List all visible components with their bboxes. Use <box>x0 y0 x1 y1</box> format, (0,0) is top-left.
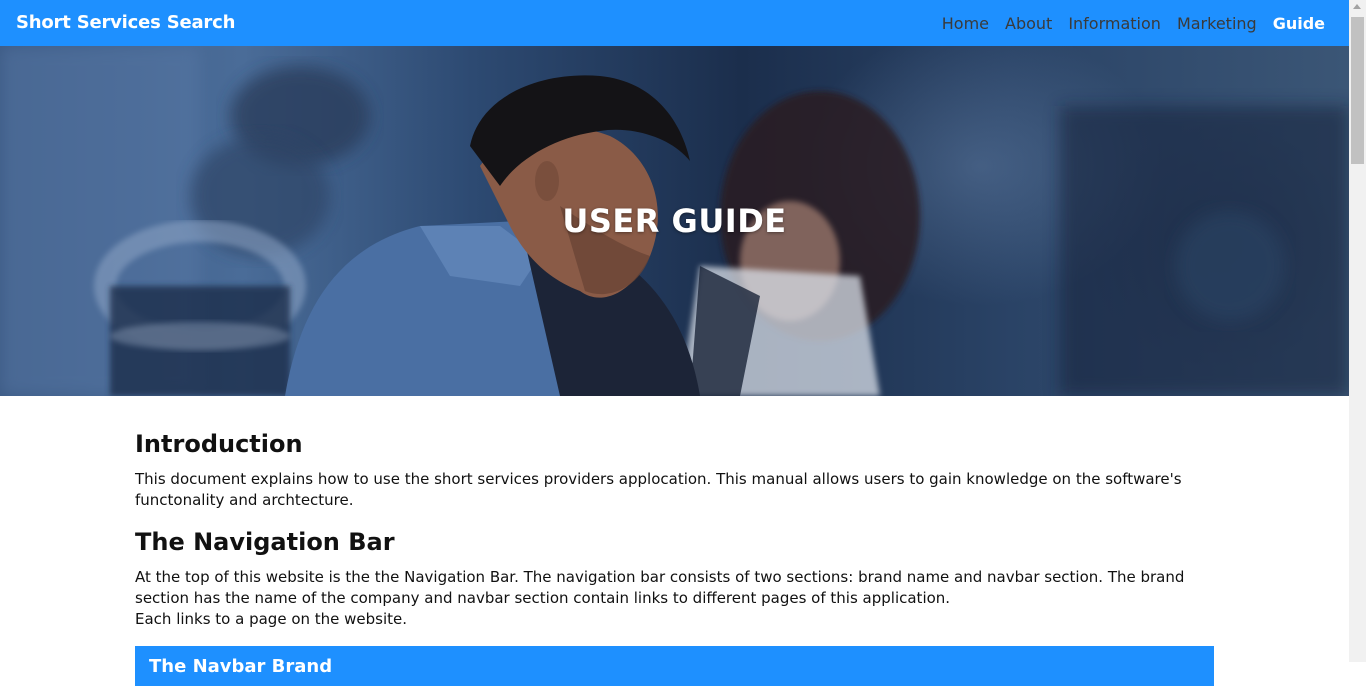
hero-banner: USER GUIDE <box>0 46 1349 396</box>
nav-guide-link[interactable]: Guide <box>1273 14 1325 33</box>
scroll-up-arrow-icon[interactable] <box>1353 4 1361 9</box>
card-title: The Navbar Brand <box>149 656 333 677</box>
nav-about-link[interactable]: About <box>1005 14 1052 33</box>
top-navbar: Short Services Search Home About Informa… <box>0 0 1349 46</box>
nav-marketing-link[interactable]: Marketing <box>1177 14 1257 33</box>
nav-home-link[interactable]: Home <box>942 14 989 33</box>
introduction-text: This document explains how to use the sh… <box>135 470 1182 509</box>
brand-link[interactable]: Short Services Search <box>16 0 235 46</box>
page-scrollbar[interactable] <box>1349 0 1366 662</box>
introduction-heading: Introduction <box>135 430 303 458</box>
navigation-bar-text: At the top of this website is the the Na… <box>135 568 1185 607</box>
nav-information-link[interactable]: Information <box>1068 14 1161 33</box>
navigation-bar-text-2: Each links to a page on the website. <box>135 610 408 628</box>
navigation-bar-heading: The Navigation Bar <box>135 528 395 556</box>
nav-links: Home About Information Marketing Guide <box>942 0 1325 46</box>
scroll-thumb[interactable] <box>1351 17 1364 164</box>
navbar-brand-card: The Navbar Brand <box>135 646 1214 686</box>
hero-title: USER GUIDE <box>562 202 787 240</box>
